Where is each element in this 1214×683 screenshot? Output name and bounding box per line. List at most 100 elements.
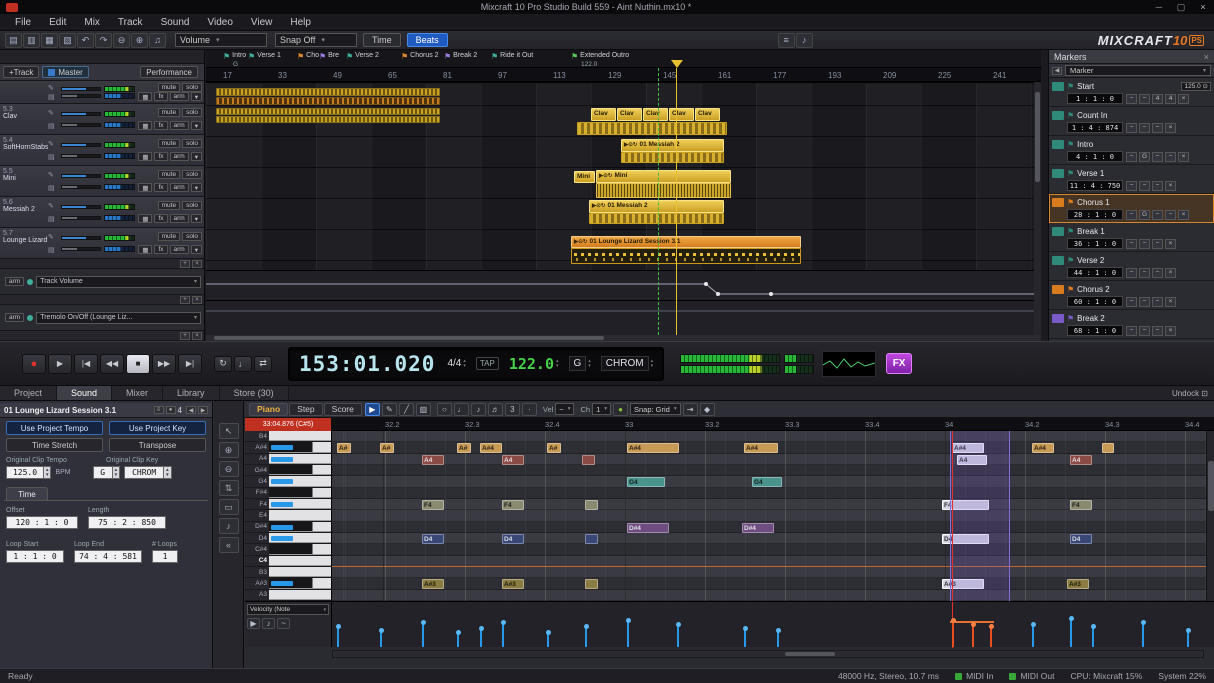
time-signature[interactable]: 4/4	[447, 358, 461, 369]
tab-mixer[interactable]: Mixer	[112, 386, 163, 400]
chevron-down-icon[interactable]: ▾	[191, 152, 202, 161]
arm-automation-button[interactable]: arm	[5, 313, 24, 322]
velocity-stem[interactable]	[1032, 625, 1034, 647]
track-header[interactable]: 5.5Mini✎▤mutesolo▦fxarm▾	[0, 166, 204, 197]
timeline-marker[interactable]: ⚑Chorus 2	[401, 52, 439, 61]
piano-key-as3[interactable]: A#3	[245, 578, 331, 589]
marker-button[interactable]: −	[1126, 297, 1137, 307]
audition-tool-icon[interactable]: ♪	[219, 518, 239, 534]
marker-row[interactable]: ⚑Chorus 260 : 1 : 0−−−×	[1049, 281, 1214, 310]
channel-select[interactable]: 1▾	[592, 403, 611, 415]
save-icon[interactable]: ▦	[41, 33, 58, 48]
marker-button[interactable]: −	[1152, 326, 1163, 336]
key-spinner[interactable]: ▴▾	[588, 359, 591, 369]
piano-key-ds4[interactable]: D#4	[245, 522, 331, 533]
mute-button[interactable]: mute	[158, 170, 180, 179]
piano-key-as4[interactable]: A#4	[245, 442, 331, 453]
marker-button[interactable]: −	[1139, 239, 1150, 249]
marker-time[interactable]: 11 : 4 : 750	[1067, 180, 1123, 191]
volume-slider[interactable]	[61, 87, 101, 91]
midi-note[interactable]: A#3	[1067, 579, 1089, 589]
close-icon[interactable]: ×	[1204, 52, 1209, 62]
marker-button[interactable]: −	[1152, 297, 1163, 307]
erase-tool-icon[interactable]: ▭	[219, 499, 239, 515]
rewind-button[interactable]: ◀◀	[100, 354, 124, 374]
midi-note[interactable]	[585, 500, 598, 510]
chevron-down-icon[interactable]: ▾	[191, 121, 202, 130]
loop-icon[interactable]: ↻	[214, 356, 232, 372]
marker-button[interactable]: ×	[1165, 181, 1176, 191]
triplet-button[interactable]: 3	[505, 403, 520, 416]
timeline-ruler[interactable]: 1733496581971131291451611771932092252412…	[206, 68, 1041, 82]
marker-button[interactable]: −	[1152, 210, 1163, 220]
solo-button[interactable]: solo	[182, 201, 202, 210]
snap-select[interactable]: Snap Off▾	[275, 33, 357, 47]
auto-scroll-icon[interactable]: ⇥	[683, 403, 698, 416]
timeline-marker[interactable]: ⚑Extended Outro122.0	[571, 52, 629, 61]
minimize-button[interactable]: ─	[1148, 1, 1170, 13]
clip[interactable]	[216, 88, 440, 96]
pencil-icon[interactable]: ✎	[48, 109, 59, 117]
velocity-stem[interactable]	[972, 625, 974, 647]
time-stretch-button[interactable]: Time Stretch	[6, 438, 103, 452]
pan-slider[interactable]	[61, 185, 101, 189]
piano-key-a4[interactable]: A4	[245, 454, 331, 465]
go-to-end-button[interactable]: ▶|	[178, 354, 202, 374]
grid-icon[interactable]: ▦	[138, 152, 152, 161]
pointer-tool-icon[interactable]: ↖	[219, 423, 239, 439]
zoom-out-icon[interactable]: ⊖	[113, 33, 130, 48]
midi-out-status[interactable]: MIDI Out	[1009, 671, 1054, 681]
marker-tempo[interactable]: 125.0 ⊙	[1181, 82, 1211, 91]
piano-roll-vscrollbar[interactable]	[1206, 431, 1214, 601]
grid-icon[interactable]: ▦	[138, 121, 152, 130]
arm-button[interactable]: arm	[170, 121, 189, 130]
note-grid[interactable]: A#A#A#A#4A#A#4A#4A#4A#4A4A4A4A4G4G4F4F4F…	[332, 431, 1214, 601]
timeline-marker[interactable]: ⚑Ride it Out	[491, 52, 533, 61]
zoom-in-tool-icon[interactable]: ⊕	[219, 442, 239, 458]
metronome-icon[interactable]: ♩	[234, 356, 252, 372]
grid-icon[interactable]: ▦	[138, 183, 152, 192]
menu-icon[interactable]: ≡	[154, 406, 164, 414]
solo-button[interactable]: solo	[182, 108, 202, 117]
open-project-icon[interactable]: ▥	[23, 33, 40, 48]
midi-note[interactable]: A#3	[942, 579, 984, 589]
velocity-stem[interactable]	[744, 629, 746, 647]
timeline-marker[interactable]: ⚑Verse 1	[248, 52, 281, 61]
arm-button[interactable]: arm	[170, 92, 189, 101]
clip[interactable]: ▶⊙↻01 Messiah 2	[589, 200, 724, 213]
editor-tab-score[interactable]: Score	[324, 403, 362, 416]
vscroll-thumb[interactable]	[1035, 92, 1040, 182]
vel-select[interactable]: −▾	[555, 403, 574, 415]
midi-note[interactable]: A#3	[422, 579, 444, 589]
velocity-stem[interactable]	[547, 633, 549, 647]
marker-time[interactable]: 1 : 1 : 0	[1067, 93, 1123, 104]
automation-param-select[interactable]: Track Volume▾	[36, 276, 201, 288]
snap-grid-select[interactable]: Snap: Grid▾	[630, 403, 681, 415]
line-tool-icon[interactable]: ╱	[399, 403, 414, 416]
pencil-icon[interactable]: ✎	[48, 84, 59, 92]
undo-icon[interactable]: ↶	[77, 33, 94, 48]
clip-key-spinner[interactable]: ▲▼	[113, 466, 120, 479]
tap-tempo-button[interactable]: TAP	[476, 357, 499, 370]
clip[interactable]	[589, 213, 724, 224]
hscroll-thumb[interactable]	[785, 652, 835, 656]
marker-button[interactable]: −	[1139, 268, 1150, 278]
clip[interactable]	[621, 152, 724, 163]
velocity-stem[interactable]	[777, 631, 779, 647]
marker-button[interactable]: 4	[1152, 94, 1163, 104]
marker-row[interactable]: ⚑Count In1 : 4 : 874−−−×	[1049, 107, 1214, 136]
tempo-spinner[interactable]: ▴▾	[556, 359, 559, 369]
velocity-stem[interactable]	[380, 631, 382, 647]
marker-time[interactable]: 60 : 1 : 0	[1067, 296, 1123, 307]
marker-row[interactable]: ⚑Verse 244 : 1 : 0−−−×	[1049, 252, 1214, 281]
menu-edit[interactable]: Edit	[40, 15, 75, 30]
collapse-icon[interactable]: «	[219, 537, 239, 553]
marker-time[interactable]: 44 : 1 : 0	[1067, 267, 1123, 278]
go-to-start-button[interactable]: |◀	[74, 354, 98, 374]
automation-header[interactable]: armTremolo On/Off (Lounge Liz...▾	[0, 305, 204, 331]
velocity-stem[interactable]	[677, 625, 679, 647]
marker-time[interactable]: 28 : 1 : 0	[1067, 209, 1123, 220]
redo-icon[interactable]: ↷	[95, 33, 112, 48]
piano-key-b3[interactable]: B3	[245, 567, 331, 578]
midi-note[interactable]: A#	[457, 443, 471, 453]
